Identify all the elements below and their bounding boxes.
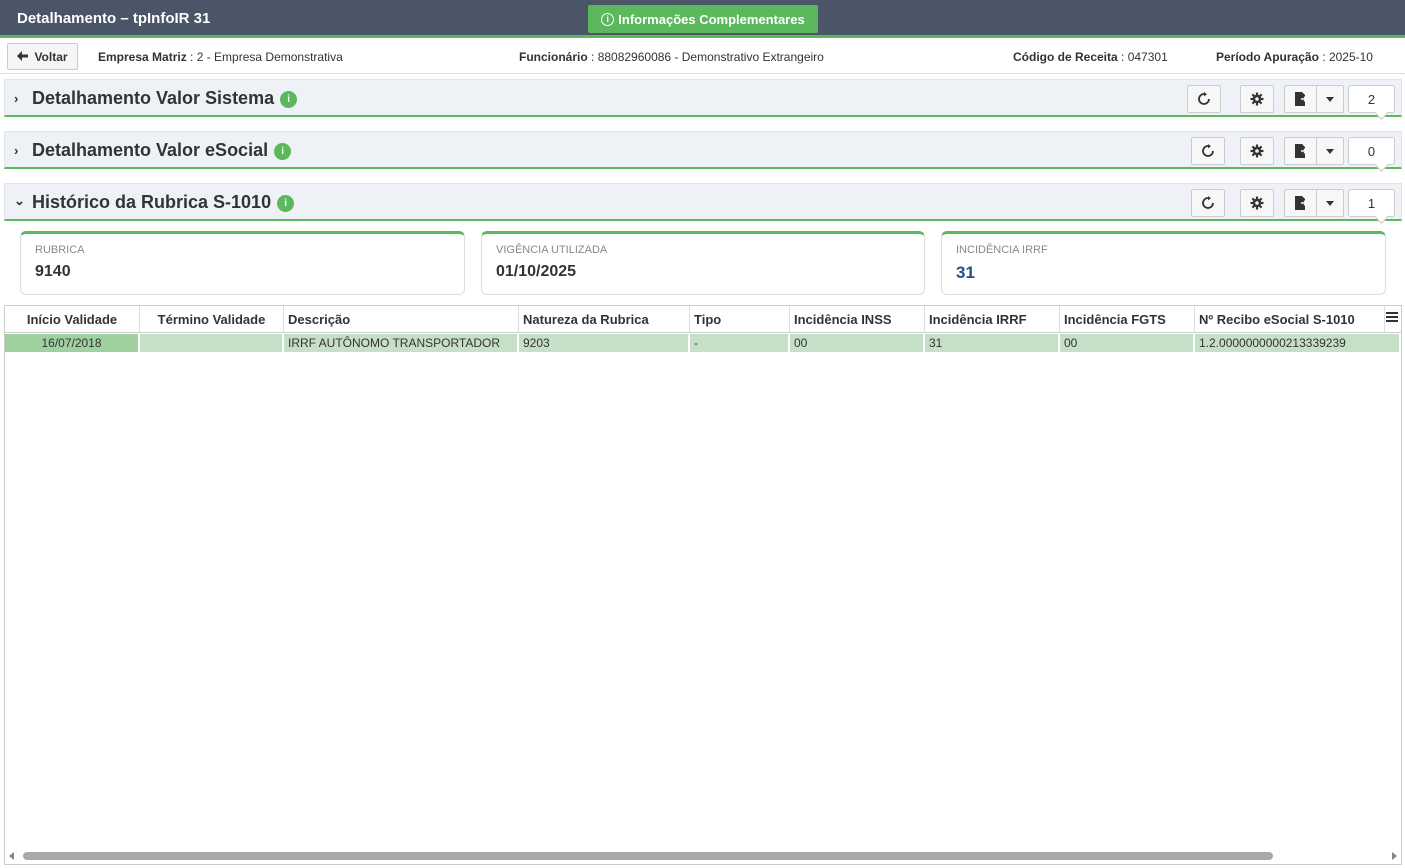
- panel-title-text: Detalhamento Valor eSocial: [32, 140, 269, 160]
- export-file-icon[interactable]: [1285, 86, 1317, 112]
- codigo-label: Código de Receita: [1013, 50, 1118, 64]
- column-header[interactable]: Nº Recibo eSocial S-1010: [1195, 306, 1385, 333]
- info-badge-icon[interactable]: i: [277, 195, 295, 212]
- empresa-info: Empresa Matriz : 2 - Empresa Demonstrati…: [98, 50, 343, 64]
- column-header[interactable]: Início Validade: [5, 306, 140, 333]
- scroll-left-icon[interactable]: [9, 852, 14, 860]
- horizontal-scrollbar[interactable]: [5, 850, 1401, 862]
- info-icon: i: [601, 12, 615, 26]
- periodo-label: Período Apuração: [1216, 50, 1319, 64]
- card-value: 31: [956, 263, 975, 282]
- funcionario-label: Funcionário: [519, 50, 588, 64]
- export-file-icon[interactable]: [1285, 138, 1317, 164]
- refresh-button[interactable]: [1187, 85, 1221, 113]
- panel-valor-esocial: › Detalhamento Valor eSocial i 0: [4, 131, 1402, 169]
- scroll-thumb[interactable]: [23, 852, 1273, 860]
- refresh-icon: [1198, 92, 1210, 105]
- export-dropdown-button[interactable]: [1284, 137, 1344, 165]
- cell-tipo[interactable]: -: [690, 334, 790, 352]
- export-dropdown-button[interactable]: [1284, 189, 1344, 217]
- panel-title[interactable]: Detalhamento Valor eSocial i: [32, 140, 292, 161]
- cell-incidencia-irrf[interactable]: 31: [925, 334, 1060, 352]
- cell-natureza[interactable]: 9203: [519, 334, 690, 352]
- card-label: RUBRICA: [35, 244, 85, 256]
- export-file-icon[interactable]: [1285, 190, 1317, 216]
- column-header[interactable]: Incidência INSS: [790, 306, 925, 333]
- settings-button[interactable]: [1240, 137, 1274, 165]
- refresh-icon: [1202, 144, 1214, 157]
- record-count-badge: 2: [1348, 85, 1395, 113]
- historico-grid: Início Validade Término Validade Descriç…: [4, 305, 1402, 865]
- record-count-badge: 1: [1348, 189, 1395, 217]
- info-bar: Voltar Empresa Matriz : 2 - Empresa Demo…: [0, 41, 1405, 74]
- codigo-value: 047301: [1127, 50, 1168, 64]
- panel-title[interactable]: Histórico da Rubrica S-1010 i: [32, 192, 295, 213]
- info-button-label: Informações Complementares: [618, 11, 805, 27]
- record-count-badge: 0: [1348, 137, 1395, 165]
- chevron-down-icon[interactable]: ⌄: [14, 193, 25, 209]
- info-badge-icon[interactable]: i: [280, 91, 298, 108]
- funcionario-value: 88082960086 - Demonstrativo Extrangeiro: [597, 50, 824, 64]
- settings-button[interactable]: [1240, 189, 1274, 217]
- cell-recibo-esocial[interactable]: 1.2.0000000000213339239: [1195, 334, 1401, 352]
- panel-title-text: Histórico da Rubrica S-1010: [32, 192, 272, 212]
- scroll-right-icon[interactable]: [1392, 852, 1397, 860]
- card-value: 01/10/2025: [496, 263, 577, 280]
- card-incidencia-irrf: INCIDÊNCIA IRRF 31: [941, 231, 1386, 295]
- column-menu-icon[interactable]: [1386, 312, 1398, 324]
- cell-incidencia-fgts[interactable]: 00: [1060, 334, 1195, 352]
- chevron-right-icon[interactable]: ›: [14, 143, 18, 158]
- arrow-left-icon: [17, 50, 29, 64]
- gear-icon: [1250, 92, 1264, 106]
- panel-historico-rubrica: ⌄ Histórico da Rubrica S-1010 i 1: [4, 183, 1402, 221]
- codigo-receita-info: Código de Receita : 047301: [1013, 50, 1168, 64]
- settings-button[interactable]: [1240, 85, 1274, 113]
- window-title: Detalhamento – tpInfoIR 31: [17, 10, 211, 27]
- card-label: VIGÊNCIA UTILIZADA: [496, 244, 608, 256]
- title-bar: Detalhamento – tpInfoIR 31 i Informações…: [0, 0, 1405, 38]
- panel-valor-sistema: › Detalhamento Valor Sistema i 2: [4, 79, 1402, 117]
- empresa-value: 2 - Empresa Demonstrativa: [196, 50, 343, 64]
- gear-icon: [1250, 196, 1264, 210]
- caret-down-icon[interactable]: [1317, 86, 1343, 112]
- column-header[interactable]: Natureza da Rubrica: [519, 306, 690, 333]
- cell-descricao[interactable]: IRRF AUTÔNOMO TRANSPORTADOR: [284, 334, 519, 352]
- back-button-label: Voltar: [34, 49, 68, 64]
- periodo-value: 2025-10: [1328, 50, 1373, 64]
- column-header[interactable]: Término Validade: [140, 306, 284, 333]
- column-header[interactable]: Descrição: [284, 306, 519, 333]
- cell-incidencia-inss[interactable]: 00: [790, 334, 925, 352]
- refresh-button[interactable]: [1191, 137, 1225, 165]
- chevron-right-icon[interactable]: ›: [14, 91, 18, 106]
- cell-inicio-validade[interactable]: 16/07/2018: [5, 334, 140, 352]
- card-label: INCIDÊNCIA IRRF: [956, 244, 1048, 256]
- caret-down-icon[interactable]: [1317, 138, 1343, 164]
- back-button[interactable]: Voltar: [7, 43, 78, 70]
- cell-termino-validade[interactable]: [140, 334, 284, 352]
- caret-down-icon[interactable]: [1317, 190, 1343, 216]
- card-value: 9140: [35, 263, 71, 280]
- periodo-apuracao-info: Período Apuração : 2025-10: [1216, 50, 1373, 64]
- empresa-label: Empresa Matriz: [98, 50, 187, 64]
- export-dropdown-button[interactable]: [1284, 85, 1344, 113]
- panel-title-text: Detalhamento Valor Sistema: [32, 88, 275, 108]
- card-vigencia: VIGÊNCIA UTILIZADA 01/10/2025: [481, 231, 925, 295]
- table-row[interactable]: 16/07/2018 IRRF AUTÔNOMO TRANSPORTADOR 9…: [5, 334, 1401, 352]
- column-header[interactable]: Incidência IRRF: [925, 306, 1060, 333]
- refresh-icon: [1202, 196, 1214, 209]
- funcionario-info: Funcionário : 88082960086 - Demonstrativ…: [519, 50, 824, 64]
- column-header[interactable]: Tipo: [690, 306, 790, 333]
- info-badge-icon[interactable]: i: [274, 143, 292, 160]
- info-complementares-button[interactable]: i Informações Complementares: [588, 5, 818, 33]
- gear-icon: [1250, 144, 1264, 158]
- grid-header: Início Validade Término Validade Descriç…: [5, 306, 1401, 333]
- column-header[interactable]: Incidência FGTS: [1060, 306, 1195, 333]
- panel-title[interactable]: Detalhamento Valor Sistema i: [32, 88, 298, 109]
- refresh-button[interactable]: [1191, 189, 1225, 217]
- card-rubrica: RUBRICA 9140: [20, 231, 465, 295]
